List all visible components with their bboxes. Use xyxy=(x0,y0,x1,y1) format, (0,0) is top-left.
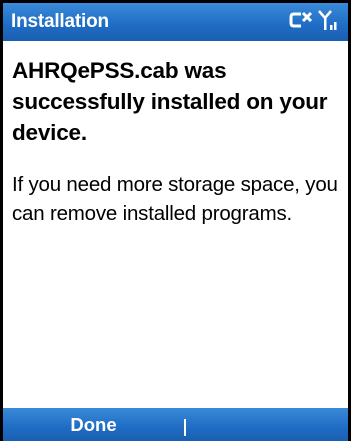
right-softkey[interactable] xyxy=(186,408,348,441)
status-icons xyxy=(288,8,340,37)
window-title: Installation xyxy=(11,11,109,32)
install-success-headline: AHRQePSS.cab was successfully installed … xyxy=(12,58,328,145)
signal-strength-icon[interactable] xyxy=(318,8,340,37)
connectivity-icon[interactable] xyxy=(288,9,316,36)
content-area: AHRQePSS.cab was successfully installed … xyxy=(3,41,348,228)
device-screen: Installation AHRQePSS.cab was successful… xyxy=(0,0,351,441)
title-bar: Installation xyxy=(3,3,348,41)
done-softkey[interactable]: Done xyxy=(3,414,184,436)
softkey-bar: Done xyxy=(3,408,348,441)
storage-message: If you need more storage space, you can … xyxy=(12,173,338,225)
